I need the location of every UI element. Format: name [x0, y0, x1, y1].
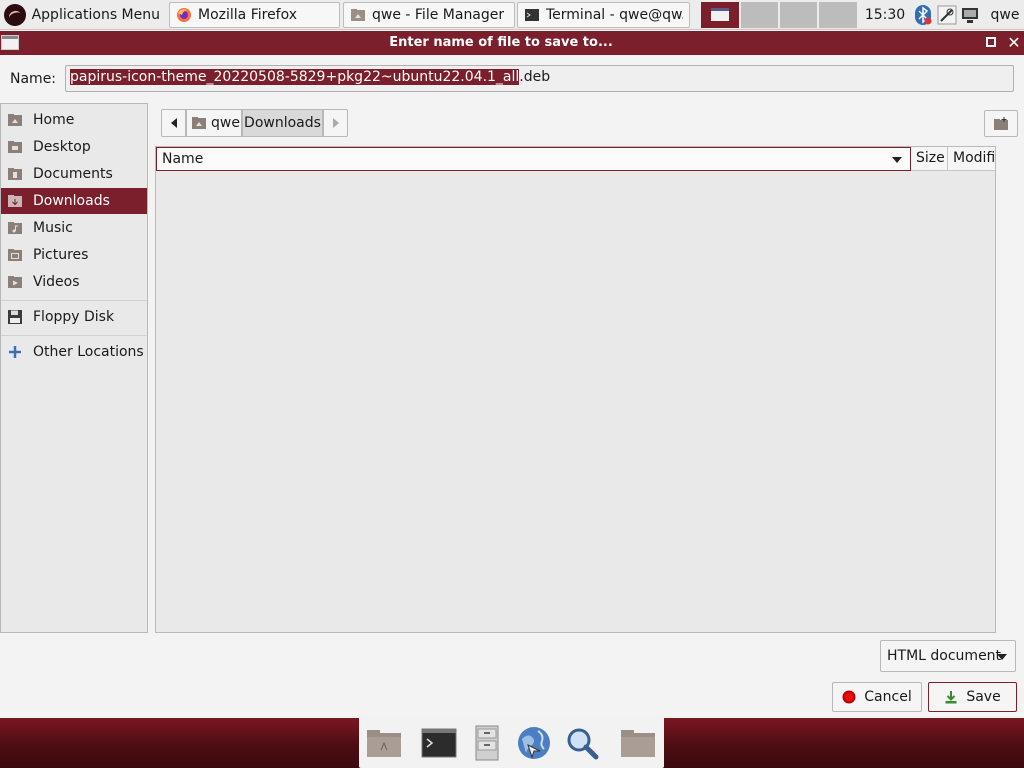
path-segment-label: Downloads — [244, 115, 321, 131]
column-header-modified[interactable]: Modified — [948, 147, 995, 171]
web-browser-icon[interactable] — [514, 723, 554, 763]
column-header-name[interactable]: Name — [156, 147, 911, 171]
task-label: qwe - File Manager — [372, 7, 505, 23]
cancel-label: Cancel — [864, 689, 912, 705]
sidebar-item-label: Home — [33, 112, 75, 128]
sidebar-separator — [1, 300, 147, 301]
workspace-3[interactable] — [780, 2, 818, 28]
pictures-folder-icon — [8, 249, 22, 261]
cancel-button[interactable]: Cancel — [832, 682, 922, 712]
path-back-button[interactable] — [161, 109, 186, 137]
home-folder-icon — [192, 117, 206, 129]
videos-folder-icon — [8, 276, 22, 288]
search-icon[interactable] — [562, 723, 602, 763]
chevron-left-icon — [170, 118, 177, 128]
path-segment-downloads[interactable]: Downloads — [242, 109, 323, 137]
file-list[interactable]: Name Size Modified — [155, 146, 996, 633]
downloads-folder-icon — [8, 195, 22, 207]
workspace-2[interactable] — [741, 2, 779, 28]
sidebar-item-other-locations[interactable]: Other Locations — [1, 339, 147, 365]
sidebar-item-label: Desktop — [33, 139, 91, 155]
sidebar-item-label: Other Locations — [33, 344, 144, 360]
floppy-disk-icon — [8, 310, 22, 324]
terminal-icon[interactable] — [419, 723, 459, 763]
places-sidebar: Home Desktop Documents Downloads Music P… — [0, 103, 148, 633]
home-folder-icon — [8, 114, 22, 126]
dialog-title: Enter name of file to save to... — [389, 35, 613, 50]
cancel-icon — [842, 690, 856, 704]
workspace-1[interactable] — [701, 2, 740, 28]
sidebar-item-label: Floppy Disk — [33, 309, 115, 325]
task-file-manager[interactable]: qwe - File Manager — [343, 2, 515, 28]
applications-menu-button[interactable]: Applications Menu — [0, 0, 160, 30]
save-download-icon — [945, 691, 957, 704]
dock — [359, 716, 664, 768]
filename-extension: .deb — [519, 69, 551, 85]
filename-input[interactable]: papirus-icon-theme_20220508-5829+pkg22~u… — [65, 65, 1014, 92]
bluetooth-icon[interactable] — [913, 5, 933, 25]
maximize-button[interactable] — [986, 37, 996, 47]
chevron-right-icon — [332, 118, 339, 128]
column-headers: Name Size Modified — [156, 147, 995, 171]
path-forward-button[interactable] — [323, 109, 348, 137]
sidebar-item-desktop[interactable]: Desktop — [1, 134, 147, 160]
desktop-folder-icon — [8, 141, 22, 153]
sidebar-item-downloads[interactable]: Downloads — [1, 188, 147, 214]
applications-menu-label: Applications Menu — [31, 7, 160, 23]
network-icon[interactable] — [937, 5, 957, 25]
workspace-window-thumb — [711, 8, 729, 21]
file-type-dropdown[interactable]: HTML document — [880, 640, 1016, 672]
task-terminal[interactable]: Terminal - qwe@qw... — [517, 2, 690, 28]
sidebar-item-pictures[interactable]: Pictures — [1, 242, 147, 268]
sort-descending-icon — [892, 157, 902, 163]
name-label: Name: — [10, 71, 57, 87]
chevron-down-icon — [997, 654, 1007, 660]
file-type-selected: HTML document — [887, 648, 1002, 664]
task-firefox[interactable]: Mozilla Firefox — [169, 2, 340, 28]
documents-folder-icon — [8, 168, 22, 180]
path-segment-label: qwe — [211, 115, 240, 131]
display-icon[interactable] — [960, 5, 980, 25]
sidebar-item-label: Pictures — [33, 247, 89, 263]
new-folder-icon — [994, 117, 1008, 130]
create-folder-button[interactable] — [984, 110, 1018, 137]
sidebar-separator — [1, 335, 147, 336]
task-label: Mozilla Firefox — [198, 7, 298, 23]
firefox-icon — [177, 8, 191, 22]
column-header-label: Name — [162, 151, 204, 167]
column-header-size[interactable]: Size — [911, 147, 948, 171]
sidebar-item-label: Downloads — [33, 193, 110, 209]
plus-icon — [9, 346, 21, 358]
close-button[interactable]: ✕ — [1006, 32, 1022, 54]
sidebar-item-music[interactable]: Music — [1, 215, 147, 241]
sidebar-item-floppy-disk[interactable]: Floppy Disk — [1, 304, 147, 330]
save-button[interactable]: Save — [928, 682, 1017, 712]
sidebar-item-videos[interactable]: Videos — [1, 269, 147, 295]
top-panel: Applications Menu Mozilla Firefox qwe - … — [0, 0, 1024, 30]
user-menu[interactable]: qwe — [986, 0, 1024, 30]
workspace-4[interactable] — [819, 2, 858, 28]
save-label: Save — [966, 689, 1001, 705]
sidebar-item-label: Videos — [33, 274, 80, 290]
task-label: Terminal - qwe@qw... — [546, 7, 683, 23]
sidebar-item-label: Documents — [33, 166, 113, 182]
sidebar-item-documents[interactable]: Documents — [1, 161, 147, 187]
file-manager-icon[interactable] — [364, 723, 404, 763]
sidebar-item-label: Music — [33, 220, 73, 236]
file-cabinet-icon[interactable] — [467, 723, 507, 763]
folder-icon[interactable] — [618, 723, 658, 763]
music-folder-icon — [8, 222, 22, 234]
distro-logo-icon — [4, 4, 26, 26]
terminal-icon — [525, 9, 539, 21]
sidebar-item-home[interactable]: Home — [1, 107, 147, 133]
file-manager-icon — [351, 9, 365, 21]
dialog-titlebar[interactable]: Enter name of file to save to... ✕ — [0, 31, 1024, 55]
clock[interactable]: 15:30 — [862, 0, 908, 30]
filename-selected-text: papirus-icon-theme_20220508-5829+pkg22~u… — [70, 69, 520, 85]
path-segment-home[interactable]: qwe — [186, 109, 242, 137]
